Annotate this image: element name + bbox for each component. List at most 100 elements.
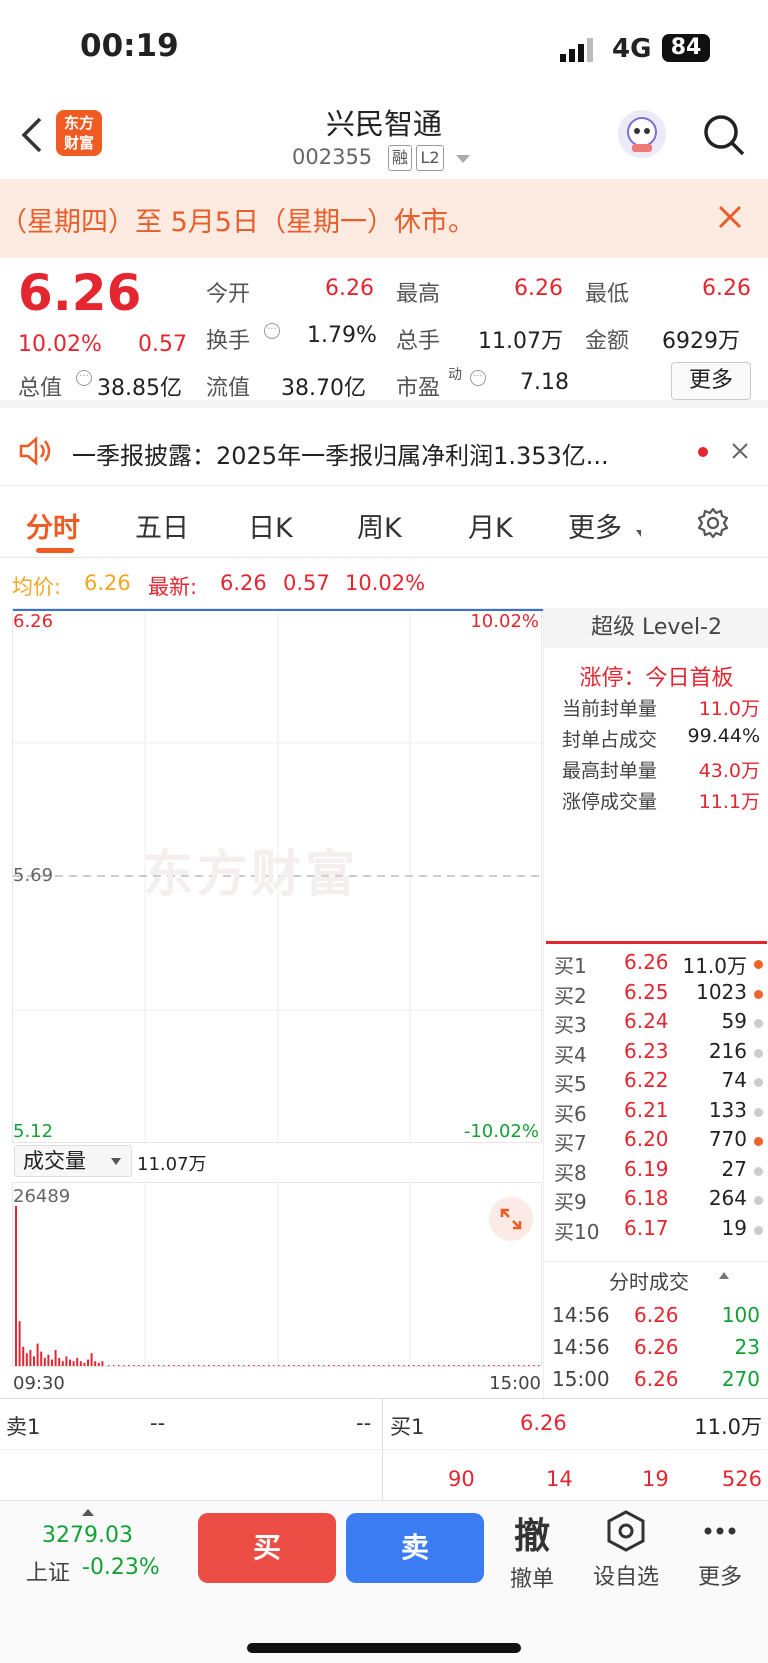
bid-level-label: 买1 bbox=[554, 954, 587, 978]
volume-bar bbox=[188, 1365, 190, 1366]
low-label: 最低 bbox=[585, 282, 630, 307]
order-dot bbox=[754, 1196, 763, 1205]
bid-row[interactable]: 买7 6.20 770 bbox=[544, 1127, 768, 1158]
bid-price: 6.20 bbox=[624, 1127, 669, 1151]
volume-bar bbox=[258, 1365, 260, 1366]
chevron-up-icon[interactable] bbox=[82, 1509, 94, 1516]
volume-bar bbox=[51, 1359, 53, 1366]
bid-level-label: 买7 bbox=[554, 1131, 587, 1155]
market-cap-label: 总值 bbox=[18, 376, 63, 401]
more-button[interactable]: 更多 bbox=[690, 1509, 750, 1591]
bid-level-label: 买3 bbox=[554, 1013, 587, 1037]
bid-row[interactable]: 买8 6.19 27 bbox=[544, 1157, 768, 1188]
tab-daily-k[interactable]: 日K bbox=[248, 506, 293, 545]
price-line-layer bbox=[13, 609, 543, 611]
bid-price: 6.17 bbox=[624, 1215, 669, 1240]
bid-row[interactable]: 买5 6.22 74 bbox=[544, 1068, 768, 1099]
intraday-chart[interactable]: 东方财富 6.26 5.69 5.12 10.02% -10.02% bbox=[12, 608, 543, 1144]
volume-bar bbox=[458, 1365, 460, 1366]
volume-bar bbox=[483, 1365, 485, 1366]
volume-bar bbox=[283, 1365, 285, 1366]
tab-more[interactable]: 更多 bbox=[568, 506, 622, 545]
y-axis-mid: 5.69 bbox=[13, 865, 54, 886]
volume-bar bbox=[253, 1365, 255, 1366]
limit-volume-label: 涨停成交量 bbox=[562, 791, 658, 813]
bottom-toolbar: 3279.03 上证 -0.23% 买 卖 撤 撤单 设自选 更多 bbox=[0, 1500, 768, 1663]
bid-price: 6.19 bbox=[624, 1156, 669, 1181]
tick-time: 15:00 bbox=[552, 1367, 610, 1391]
info-icon[interactable]: ··· bbox=[264, 323, 280, 339]
indicator-select[interactable]: 成交量 bbox=[14, 1145, 132, 1177]
tab-weekly-k[interactable]: 周K bbox=[357, 506, 402, 545]
sell-button[interactable]: 卖 bbox=[346, 1513, 484, 1583]
ticks-title[interactable]: 分时成交 bbox=[609, 1266, 689, 1295]
volume-bar bbox=[378, 1365, 380, 1366]
gear-icon[interactable] bbox=[696, 506, 730, 540]
tab-five-day[interactable]: 五日 bbox=[135, 506, 189, 545]
tab-intraday[interactable]: 分时 bbox=[26, 506, 80, 545]
volume-bar bbox=[373, 1365, 375, 1366]
bid-qty: 59 bbox=[721, 1009, 747, 1033]
volume-value: 11.07万 bbox=[478, 329, 563, 354]
low-value: 6.26 bbox=[702, 276, 751, 301]
bid-row[interactable]: 买1 6.26 11.0万 bbox=[544, 950, 768, 981]
bid-row[interactable]: 买9 6.18 264 bbox=[544, 1186, 768, 1217]
watch-label: 设自选 bbox=[592, 1565, 659, 1590]
volume-bar bbox=[248, 1365, 250, 1366]
volume-bar bbox=[268, 1365, 270, 1366]
bid-row[interactable]: 买6 6.21 133 bbox=[544, 1098, 768, 1129]
tab-monthly-k[interactable]: 月K bbox=[468, 506, 513, 545]
level2-title[interactable]: 超级 Level-2 bbox=[544, 608, 768, 648]
volume-bar bbox=[403, 1365, 405, 1366]
volume-bar bbox=[61, 1361, 64, 1366]
info-icon[interactable]: ··· bbox=[76, 370, 92, 386]
volume-bar bbox=[148, 1365, 150, 1366]
bid-row[interactable]: 买10 6.17 19 bbox=[544, 1216, 768, 1247]
bid-row[interactable]: 买3 6.24 59 bbox=[544, 1009, 768, 1040]
bid-level-label: 买9 bbox=[554, 1190, 587, 1214]
change-amount: 0.57 bbox=[138, 332, 187, 357]
chevron-up-icon[interactable] bbox=[719, 1272, 729, 1279]
market-closed-notice: （星期四）至 5月5日（星期一）休市。 bbox=[0, 180, 768, 258]
avg-price-label: 均价: bbox=[12, 575, 62, 599]
volume-bar bbox=[508, 1365, 510, 1366]
bid1-label: 买1 bbox=[390, 1415, 425, 1439]
close-icon[interactable] bbox=[730, 441, 750, 461]
turnover-value: 1.79% bbox=[307, 323, 377, 348]
volume-bar bbox=[313, 1365, 315, 1366]
volume-bar bbox=[388, 1365, 390, 1366]
cancel-icon: 撤 bbox=[513, 1516, 550, 1557]
bid-row[interactable]: 买4 6.23 216 bbox=[544, 1039, 768, 1070]
volume-bar bbox=[97, 1362, 100, 1366]
info-icon[interactable]: ··· bbox=[470, 370, 486, 386]
open-value: 6.26 bbox=[325, 276, 374, 301]
add-watchlist-button[interactable]: 设自选 bbox=[588, 1509, 664, 1591]
limit-volume-value: 11.1万 bbox=[698, 791, 760, 813]
volume-chart: 26489 09:30 15:00 bbox=[12, 1182, 542, 1394]
volume-bar bbox=[208, 1365, 210, 1366]
close-icon[interactable] bbox=[715, 202, 745, 232]
volume-bar bbox=[413, 1365, 415, 1366]
bid-qty: 27 bbox=[721, 1156, 747, 1181]
volume-bar bbox=[79, 1361, 82, 1366]
index-value: 3279.03 bbox=[42, 1523, 133, 1548]
pct-axis-top: 10.02% bbox=[470, 611, 539, 632]
bid1-qty: 11.0万 bbox=[694, 1415, 762, 1439]
robot-assistant-icon[interactable] bbox=[618, 110, 666, 158]
bid-row[interactable]: 买2 6.25 1023 bbox=[544, 980, 768, 1011]
cancel-order-button[interactable]: 撤 撤单 bbox=[502, 1507, 562, 1593]
buy-button[interactable]: 买 bbox=[198, 1513, 336, 1583]
search-icon[interactable] bbox=[702, 113, 746, 157]
unread-dot bbox=[698, 447, 708, 457]
volume-bar bbox=[29, 1350, 32, 1366]
news-ticker[interactable]: 一季报披露：2025年一季报归属净利润1.353亿... bbox=[0, 416, 768, 486]
chevron-down-icon[interactable] bbox=[456, 155, 470, 163]
volume-bar bbox=[138, 1365, 140, 1366]
stock-header: 东方 财富 兴民智通 002355 融 L2 bbox=[0, 95, 768, 180]
more-quote-button[interactable]: 更多 bbox=[671, 362, 751, 400]
ask1-price: -- bbox=[150, 1411, 166, 1435]
order-dot bbox=[754, 1019, 763, 1028]
volume-total: 11.07万 bbox=[137, 1154, 207, 1175]
volume-bar bbox=[168, 1365, 170, 1366]
expand-icon[interactable] bbox=[489, 1197, 533, 1241]
